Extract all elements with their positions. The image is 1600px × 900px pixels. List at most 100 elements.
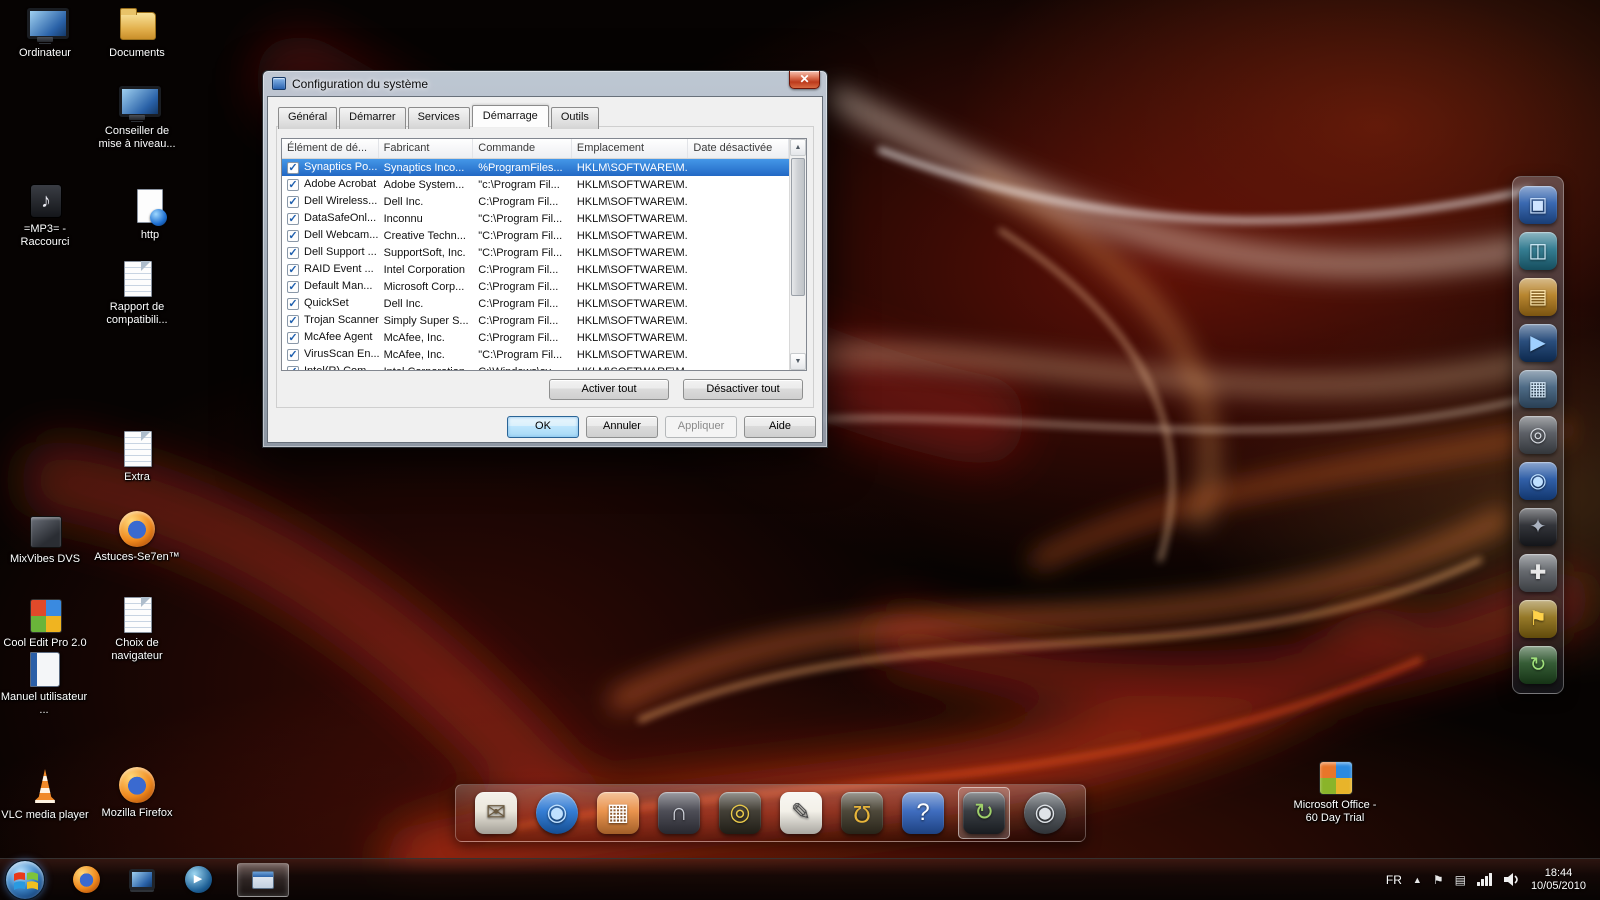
tray-device-icon[interactable]: ▤ bbox=[1455, 873, 1466, 887]
display-icon[interactable]: ◫ bbox=[1519, 232, 1557, 270]
startup-item-row[interactable]: ✓Dell Wireless...Dell Inc.C:\Program Fil… bbox=[282, 193, 789, 210]
desktop-icon-astuces[interactable]: Astuces-Se7en™ bbox=[93, 510, 181, 564]
startup-item-checkbox[interactable]: ✓ bbox=[287, 213, 299, 225]
startup-item-row[interactable]: ✓Dell Webcam...Creative Techn..."C:\Prog… bbox=[282, 227, 789, 244]
column-header-date[interactable]: Date désactivée bbox=[688, 139, 789, 158]
column-header-element[interactable]: Élément de dé... bbox=[282, 139, 379, 158]
startup-item-checkbox[interactable]: ✓ bbox=[287, 162, 299, 174]
startup-item-maker: SupportSoft, Inc. bbox=[379, 247, 474, 259]
volume-icon[interactable] bbox=[1503, 872, 1520, 887]
startup-item-checkbox[interactable]: ✓ bbox=[287, 298, 299, 310]
tab-outils[interactable]: Outils bbox=[551, 107, 599, 129]
desktop-icon-extra[interactable]: Extra bbox=[93, 430, 181, 484]
apply-button[interactable]: Appliquer bbox=[665, 416, 737, 438]
close-button[interactable]: ✕ bbox=[789, 71, 820, 89]
notes-icon[interactable]: ✎ bbox=[780, 792, 822, 834]
desktop-icon-mixvibes[interactable]: MixVibes DVS bbox=[1, 512, 89, 566]
desktop-icon-manuel[interactable]: Manuel utilisateur ... bbox=[0, 650, 88, 717]
desktop-icon-vlc[interactable]: VLC media player bbox=[1, 768, 89, 822]
language-indicator[interactable]: FR bbox=[1386, 873, 1402, 887]
desktop-icon-ordinateur[interactable]: Ordinateur bbox=[1, 6, 89, 60]
vertical-scrollbar[interactable]: ▲ ▼ bbox=[789, 139, 806, 370]
column-header-fabricant[interactable]: Fabricant bbox=[379, 139, 474, 158]
help-button[interactable]: Aide bbox=[744, 416, 816, 438]
column-header-emplacement[interactable]: Emplacement bbox=[572, 139, 689, 158]
dialog-titlebar[interactable]: Configuration du système ✕ bbox=[263, 71, 827, 96]
screens-icon[interactable]: ▦ bbox=[1519, 370, 1557, 408]
show-hidden-icons[interactable]: ▲ bbox=[1413, 875, 1422, 885]
tab-demarrer[interactable]: Démarrer bbox=[339, 107, 405, 129]
startup-item-row[interactable]: ✓Trojan ScannerSimply Super S...C:\Progr… bbox=[282, 312, 789, 329]
film-reel-icon[interactable]: ◎ bbox=[719, 792, 761, 834]
startup-item-checkbox[interactable]: ✓ bbox=[287, 196, 299, 208]
tab-services[interactable]: Services bbox=[408, 107, 470, 129]
taskbar-msconfig-button[interactable] bbox=[237, 863, 289, 897]
quicklaunch-display-app[interactable] bbox=[127, 865, 157, 895]
flag-app-icon[interactable]: ⚑ bbox=[1519, 600, 1557, 638]
taskbar-clock[interactable]: 18:44 10/05/2010 bbox=[1531, 867, 1586, 893]
disable-all-button[interactable]: Désactiver tout bbox=[683, 379, 803, 400]
lock-icon[interactable]: Ω bbox=[841, 792, 883, 834]
enable-all-button[interactable]: Activer tout bbox=[549, 379, 669, 400]
startup-item-row[interactable]: ✓Adobe AcrobatAdobe System..."c:\Program… bbox=[282, 176, 789, 193]
column-header-commande[interactable]: Commande bbox=[473, 139, 572, 158]
startup-item-row[interactable]: ✓RAID Event ...Intel CorporationC:\Progr… bbox=[282, 261, 789, 278]
startup-item-checkbox[interactable]: ✓ bbox=[287, 230, 299, 242]
desktop-icon-firefox[interactable]: Mozilla Firefox bbox=[93, 766, 181, 820]
startup-item-row[interactable]: ✓Synaptics Po...Synaptics Inco...%Progra… bbox=[282, 159, 789, 176]
quicklaunch-firefox[interactable] bbox=[71, 865, 101, 895]
desktop-icon-office-trial[interactable]: Microsoft Office - 60 Day Trial bbox=[1291, 758, 1379, 825]
startup-item-checkbox[interactable]: ✓ bbox=[287, 332, 299, 344]
pictures-icon[interactable]: ▦ bbox=[597, 792, 639, 834]
side-dock: ▣ ◫ ▤ ▶ ▦ ◎ ◉ ✦ ✚ ⚑ ↻ bbox=[1512, 176, 1564, 694]
recycle-bin-icon[interactable]: ↻ bbox=[963, 792, 1005, 834]
desktop-icon-mp3[interactable]: =MP3= - Raccourci bbox=[1, 182, 89, 249]
headphones-icon[interactable]: ∩ bbox=[658, 792, 700, 834]
startup-item-location: HKLM\SOFTWARE\M... bbox=[572, 179, 689, 191]
help-icon[interactable]: ? bbox=[902, 792, 944, 834]
startup-item-row[interactable]: ✓McAfee AgentMcAfee, Inc.C:\Program Fil.… bbox=[282, 329, 789, 346]
startup-item-row[interactable]: ✓QuickSetDell Inc.C:\Program Fil...HKLM\… bbox=[282, 295, 789, 312]
startup-item-row[interactable]: ✓VirusScan En...McAfee, Inc."C:\Program … bbox=[282, 346, 789, 363]
blue-sphere-icon[interactable]: ◉ bbox=[1519, 462, 1557, 500]
startup-item-row[interactable]: ✓Intel(R) Com...Intel CorporationC:\Wind… bbox=[282, 363, 789, 371]
quicklaunch-media-player[interactable]: ▶ bbox=[183, 865, 213, 895]
tab-demarrage[interactable]: Démarrage bbox=[472, 105, 549, 127]
startup-item-checkbox[interactable]: ✓ bbox=[287, 247, 299, 259]
start-button[interactable] bbox=[5, 860, 45, 900]
dark-app-icon[interactable]: ✦ bbox=[1519, 508, 1557, 546]
desktop-icon-http[interactable]: http bbox=[106, 188, 194, 242]
folders-icon[interactable]: ▤ bbox=[1519, 278, 1557, 316]
scrollbar-thumb[interactable] bbox=[791, 158, 805, 296]
startup-item-checkbox[interactable]: ✓ bbox=[287, 349, 299, 361]
scroll-up-icon[interactable]: ▲ bbox=[790, 139, 806, 156]
desktop-icon-documents[interactable]: Documents bbox=[93, 6, 181, 60]
desktop-icon-rapport[interactable]: Rapport de compatibili... bbox=[93, 260, 181, 327]
network-icon[interactable] bbox=[1477, 873, 1492, 886]
disc-drive-icon[interactable]: ◎ bbox=[1519, 416, 1557, 454]
startup-item-checkbox[interactable]: ✓ bbox=[287, 315, 299, 327]
desktop-icon-conseiller[interactable]: Conseiller de mise à niveau... bbox=[93, 84, 181, 151]
scroll-down-icon[interactable]: ▼ bbox=[790, 353, 806, 370]
tab-general[interactable]: Général bbox=[278, 107, 337, 129]
tools-icon[interactable]: ✚ bbox=[1519, 554, 1557, 592]
compass-icon[interactable]: ◉ bbox=[1024, 792, 1066, 834]
media-player-icon[interactable]: ▶ bbox=[1519, 324, 1557, 362]
mail-icon[interactable]: ✉ bbox=[475, 792, 517, 834]
globe-icon[interactable]: ◉ bbox=[536, 792, 578, 834]
startup-list[interactable]: Élément de dé... Fabricant Commande Empl… bbox=[281, 138, 807, 371]
startup-item-row[interactable]: ✓DataSafeOnl...Inconnu"C:\Program Fil...… bbox=[282, 210, 789, 227]
desktop-icon-choix-navigateur[interactable]: Choix de navigateur bbox=[93, 596, 181, 663]
startup-item-checkbox[interactable]: ✓ bbox=[287, 366, 299, 371]
startup-item-row[interactable]: ✓Default Man...Microsoft Corp...C:\Progr… bbox=[282, 278, 789, 295]
startup-item-row[interactable]: ✓Dell Support ...SupportSoft, Inc."C:\Pr… bbox=[282, 244, 789, 261]
computer-icon[interactable]: ▣ bbox=[1519, 186, 1557, 224]
startup-item-checkbox[interactable]: ✓ bbox=[287, 179, 299, 191]
action-center-flag-icon[interactable]: ⚑ bbox=[1433, 873, 1444, 887]
ok-button[interactable]: OK bbox=[507, 416, 579, 438]
desktop-icon-cooledit[interactable]: Cool Edit Pro 2.0 bbox=[1, 596, 89, 650]
startup-item-checkbox[interactable]: ✓ bbox=[287, 264, 299, 276]
recycle-icon[interactable]: ↻ bbox=[1519, 646, 1557, 684]
cancel-button[interactable]: Annuler bbox=[586, 416, 658, 438]
startup-item-checkbox[interactable]: ✓ bbox=[287, 281, 299, 293]
